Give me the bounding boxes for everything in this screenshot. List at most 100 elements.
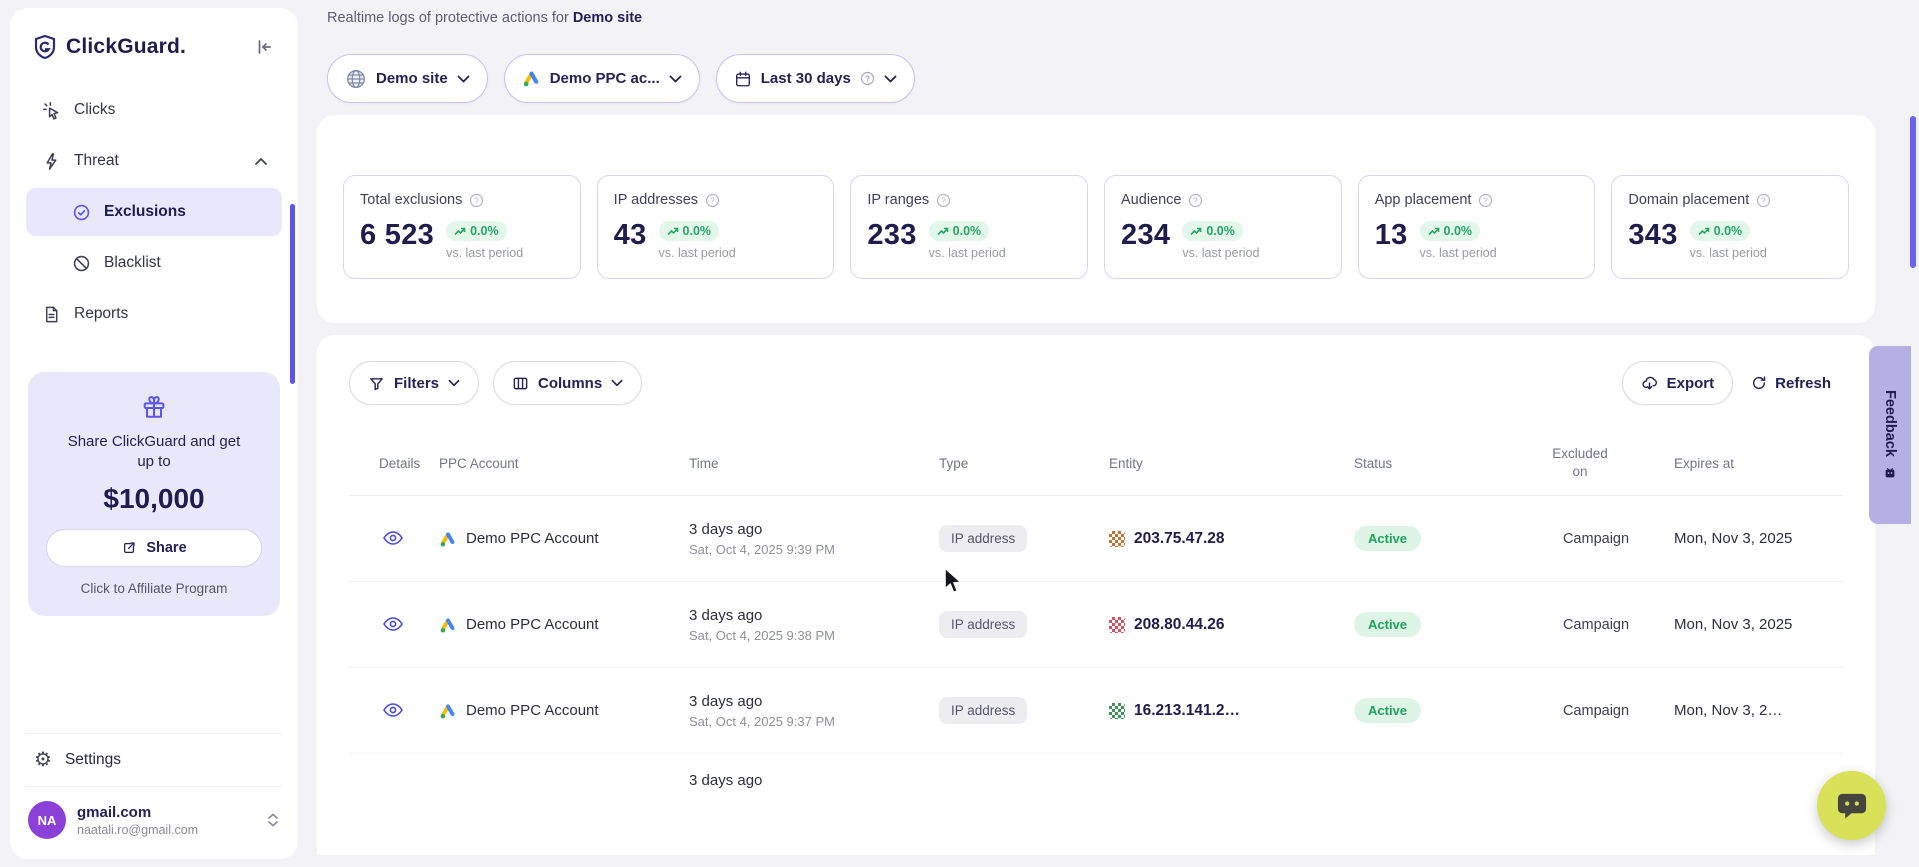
stat-delta-badge: 0.0% (1182, 221, 1243, 241)
excluded-on-value: Campaign (1544, 531, 1674, 547)
sidebar-item-blacklist[interactable]: Blacklist (26, 239, 282, 287)
stat-delta-badge: 0.0% (659, 221, 720, 241)
ppc-account-name: Demo PPC Account (466, 616, 599, 633)
sidebar-item-settings[interactable]: ⚙ Settings (26, 733, 282, 786)
row-details-button[interactable] (379, 613, 407, 635)
user-name: gmail.com (77, 804, 198, 821)
export-button-label: Export (1667, 375, 1715, 392)
help-icon[interactable]: ? (1478, 193, 1493, 208)
sidebar-item-exclusions[interactable]: Exclusions (26, 188, 282, 236)
entity-value: 16.213.141.2… (1134, 702, 1240, 720)
expires-at-value: Mon, Nov 3, 2025 (1674, 530, 1843, 547)
sidebar-item-label: Exclusions (104, 203, 186, 221)
share-button[interactable]: Share (46, 529, 262, 567)
feedback-tab[interactable]: Feedback (1869, 346, 1911, 524)
google-ads-icon (522, 69, 541, 88)
sidebar: ClickGuard. Clicks Threat (10, 8, 298, 859)
page-scrollbar[interactable] (1910, 0, 1916, 867)
gear-icon: ⚙ (34, 750, 52, 770)
stat-label: Audience (1121, 192, 1181, 208)
ppc-account-name: Demo PPC Account (466, 702, 599, 719)
sidebar-item-reports[interactable]: Reports (26, 290, 282, 338)
col-header-type: Type (939, 456, 1109, 471)
stat-delta-badge: 0.0% (1690, 221, 1751, 241)
refresh-icon (1751, 375, 1767, 391)
row-details-button[interactable] (379, 699, 407, 721)
export-icon (1641, 375, 1658, 392)
promo-headline: Share ClickGuard and get up to (64, 432, 244, 473)
status-badge: Active (1354, 526, 1421, 551)
help-icon[interactable]: ? (936, 193, 951, 208)
feedback-tab-label: Feedback (1882, 390, 1898, 457)
sidebar-item-label: Threat (74, 152, 119, 170)
chevron-down-icon (669, 75, 682, 83)
affiliate-link[interactable]: Click to Affiliate Program (46, 581, 262, 596)
columns-button-label: Columns (538, 375, 602, 392)
chevron-down-icon (884, 75, 897, 83)
stat-value: 233 (867, 221, 916, 250)
help-icon[interactable]: ? (1756, 193, 1771, 208)
stat-delta-badge: 0.0% (929, 221, 990, 241)
calendar-icon (734, 70, 752, 88)
table-row: Demo PPC Account 3 days agoSat, Oct 4, 2… (349, 582, 1843, 668)
trend-up-icon (1190, 226, 1202, 236)
stat-value: 43 (614, 221, 647, 250)
stats-section: Total exclusions? 6 523 0.0% vs. last pe… (317, 115, 1875, 323)
type-badge: IP address (939, 525, 1027, 552)
stat-label: IP addresses (614, 192, 698, 208)
sidebar-item-label: Reports (74, 305, 128, 323)
entity-identicon (1109, 617, 1125, 633)
table-toolbar: Filters Columns Expo (349, 361, 1843, 405)
site-selector[interactable]: Demo site (327, 54, 488, 103)
svg-text:?: ? (710, 196, 715, 205)
filters-button[interactable]: Filters (349, 361, 479, 405)
stat-caption: vs. last period (659, 246, 736, 260)
col-header-details: Details (349, 456, 439, 471)
sidebar-item-clicks[interactable]: Clicks (26, 86, 282, 134)
user-menu[interactable]: NA gmail.com naatali.ro@gmail.com (26, 786, 282, 859)
chevron-down-icon (457, 75, 470, 83)
row-details-button[interactable] (379, 527, 407, 549)
table-row: Demo PPC Account 3 days agoSat, Oct 4, 2… (349, 668, 1843, 754)
sidebar-item-threat[interactable]: Threat (26, 137, 282, 185)
account-selector[interactable]: Demo PPC ac... (504, 54, 700, 103)
sidebar-scrollbar[interactable] (290, 204, 295, 384)
brand-logo-icon (32, 34, 58, 60)
export-button[interactable]: Export (1622, 361, 1734, 405)
help-icon[interactable]: ? (469, 193, 484, 208)
scrollbar-thumb[interactable] (1910, 116, 1916, 268)
entity-value: 203.75.47.28 (1134, 530, 1225, 548)
collapse-sidebar-icon[interactable] (252, 35, 276, 59)
subtitle-site-name: Demo site (573, 10, 642, 26)
stat-label: Total exclusions (360, 192, 462, 208)
columns-button[interactable]: Columns (493, 361, 642, 405)
refresh-button-label: Refresh (1775, 375, 1831, 392)
stat-label: IP ranges (867, 192, 929, 208)
stat-card-total-exclusions: Total exclusions? 6 523 0.0% vs. last pe… (343, 175, 581, 279)
col-header-time: Time (689, 456, 939, 471)
affiliate-promo-card: Share ClickGuard and get up to $10,000 S… (28, 372, 280, 616)
filters-bar: Demo site Demo PPC ac... (327, 54, 1875, 103)
help-icon[interactable]: ? (1188, 193, 1203, 208)
brand-name: ClickGuard. (66, 35, 186, 59)
time-relative: 3 days ago (689, 693, 931, 710)
site-selector-label: Demo site (376, 70, 448, 87)
stat-caption: vs. last period (1690, 246, 1767, 260)
stat-card-app-placement: App placement? 13 0.0% vs. last period (1358, 175, 1596, 279)
stat-caption: vs. last period (1420, 246, 1497, 260)
date-range-label: Last 30 days (761, 70, 851, 87)
stat-label: App placement (1375, 192, 1472, 208)
chevron-up-icon (254, 157, 268, 166)
help-icon[interactable]: ? (705, 193, 720, 208)
date-range-selector[interactable]: Last 30 days ? (716, 54, 915, 103)
time-relative: 3 days ago (689, 772, 931, 789)
refresh-button[interactable]: Refresh (1739, 361, 1843, 405)
brand: ClickGuard. (32, 34, 186, 60)
stat-card-ip-addresses: IP addresses? 43 0.0% vs. last period (597, 175, 835, 279)
avatar: NA (28, 801, 66, 839)
clicks-icon (42, 101, 61, 120)
stat-label: Domain placement (1628, 192, 1749, 208)
chevron-down-icon (448, 379, 460, 387)
chat-widget-button[interactable] (1817, 771, 1886, 840)
table-row: Demo PPC Account 3 days agoSat, Oct 4, 2… (349, 496, 1843, 582)
